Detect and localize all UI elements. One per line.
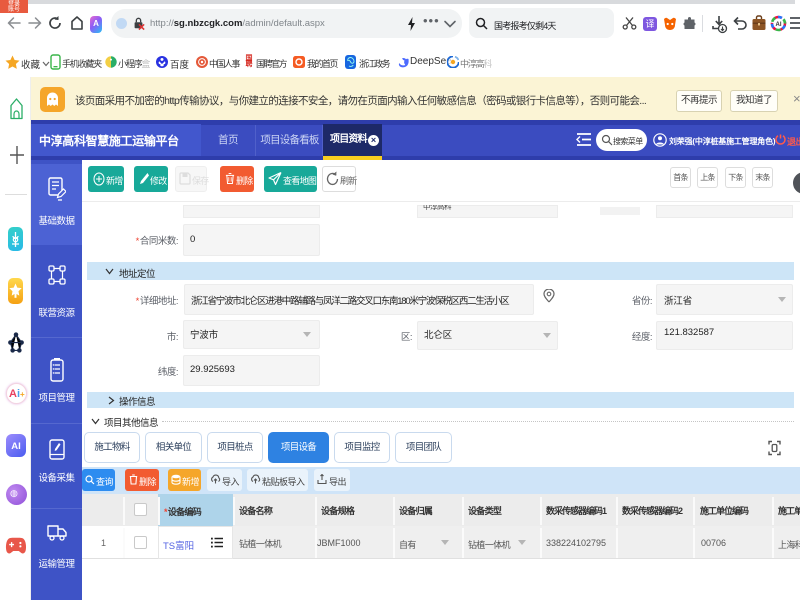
svg-text:AI: AI — [776, 22, 782, 28]
